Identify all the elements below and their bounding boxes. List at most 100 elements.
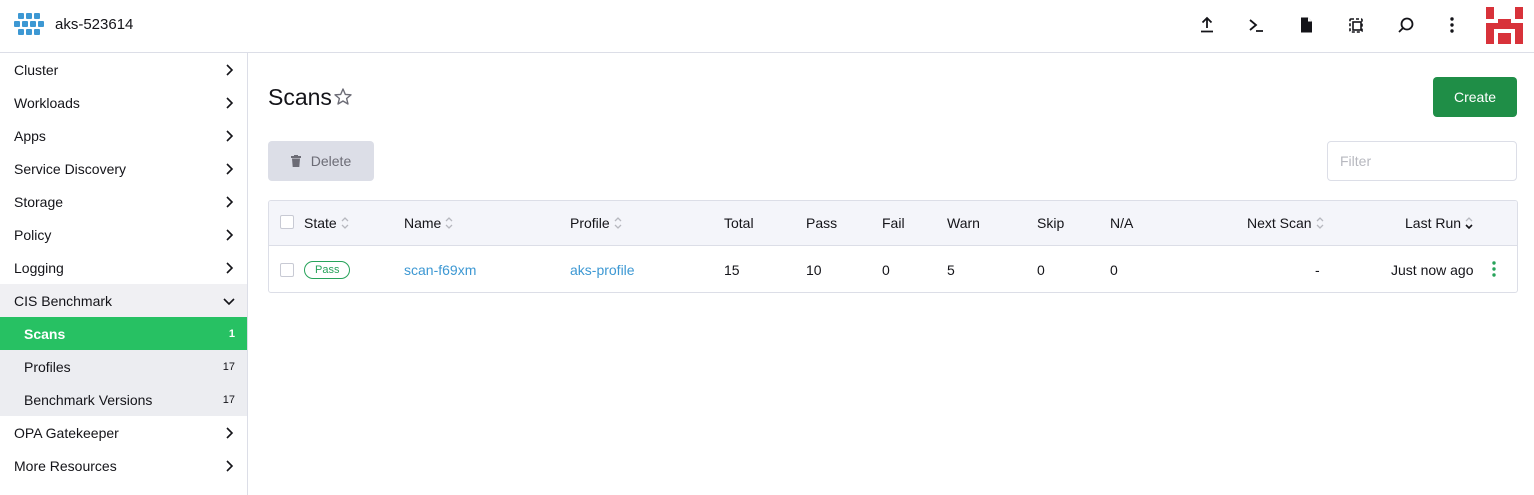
- sidebar-item-profiles[interactable]: Profiles 17: [0, 350, 247, 383]
- column-header-warn: Warn: [947, 215, 980, 231]
- sidebar-item-policy[interactable]: Policy: [0, 218, 247, 251]
- sidebar-item-storage[interactable]: Storage: [0, 185, 247, 218]
- create-button[interactable]: Create: [1433, 77, 1517, 117]
- sidebar-item-label: Benchmark Versions: [24, 391, 153, 408]
- chevron-right-icon: [226, 130, 234, 142]
- trash-icon: [290, 155, 301, 167]
- delete-button[interactable]: Delete: [268, 141, 374, 181]
- cluster-logo-icon[interactable]: [12, 11, 46, 39]
- sort-icon: [614, 217, 622, 229]
- sidebar-item-cluster[interactable]: Cluster: [0, 53, 247, 86]
- column-header-label: Pass: [806, 215, 838, 231]
- sidebar-item-label: Apps: [14, 127, 46, 144]
- file-icon[interactable]: [1291, 10, 1321, 40]
- status-badge: Pass: [304, 261, 351, 279]
- column-header-label: Warn: [947, 215, 980, 231]
- column-header-state[interactable]: State: [304, 215, 350, 231]
- top-header: aks-523614: [0, 0, 1534, 53]
- column-header-total: Total: [724, 215, 754, 231]
- upload-icon[interactable]: [1192, 10, 1222, 40]
- table-header: State Name Profile Total Pass Fail Warn …: [269, 201, 1517, 246]
- sidebar-item-apps[interactable]: Apps: [0, 119, 247, 152]
- chevron-right-icon: [226, 427, 234, 439]
- sidebar-item-label: Service Discovery: [14, 160, 127, 177]
- avatar[interactable]: [1486, 7, 1523, 44]
- column-header-na: N/A: [1110, 215, 1133, 231]
- sidebar-item-logging[interactable]: Logging: [0, 251, 247, 284]
- chevron-right-icon: [226, 97, 234, 109]
- pass-cell: 10: [806, 262, 822, 278]
- column-header-label: Profile: [570, 215, 610, 231]
- warn-cell: 5: [947, 262, 955, 278]
- sidebar-item-workloads[interactable]: Workloads: [0, 86, 247, 119]
- sidebar-item-label: Scans: [24, 325, 66, 342]
- sidebar-item-benchmark-versions[interactable]: Benchmark Versions 17: [0, 383, 247, 416]
- more-vertical-icon[interactable]: [1437, 10, 1467, 40]
- chevron-right-icon: [226, 229, 234, 241]
- sidebar-item-opa-gatekeeper[interactable]: OPA Gatekeeper: [0, 416, 247, 449]
- search-icon[interactable]: [1391, 10, 1421, 40]
- scans-table: State Name Profile Total Pass Fail Warn …: [268, 200, 1518, 293]
- sidebar: Cluster Workloads Apps Service Discovery…: [0, 53, 248, 495]
- scan-name-link[interactable]: scan-f69xm: [404, 262, 476, 278]
- copy-config-icon[interactable]: [1341, 10, 1371, 40]
- next-scan-cell: -: [1315, 262, 1320, 278]
- table-row: Pass scan-f69xm aks-profile 15 10 0 5 0 …: [269, 246, 1517, 292]
- sidebar-item-service-discovery[interactable]: Service Discovery: [0, 152, 247, 185]
- column-header-label: Name: [404, 215, 442, 231]
- column-header-label: N/A: [1110, 215, 1134, 231]
- profile-link[interactable]: aks-profile: [570, 262, 635, 278]
- sort-desc-icon: [1465, 217, 1473, 230]
- sidebar-item-more-resources[interactable]: More Resources: [0, 449, 247, 482]
- sidebar-item-label: CIS Benchmark: [14, 292, 113, 309]
- sidebar-item-count: 17: [222, 393, 235, 406]
- column-header-skip: Skip: [1037, 215, 1064, 231]
- column-header-label: Total: [724, 215, 754, 231]
- column-header-label: Last Run: [1405, 215, 1462, 231]
- column-header-profile[interactable]: Profile: [570, 215, 623, 231]
- chevron-down-icon: [223, 298, 235, 306]
- na-cell: 0: [1110, 262, 1118, 278]
- sidebar-item-label: Profiles: [24, 358, 71, 375]
- fail-cell: 0: [882, 262, 890, 278]
- sort-icon: [1316, 217, 1324, 229]
- terminal-icon[interactable]: [1241, 10, 1271, 40]
- column-header-next-scan[interactable]: Next Scan: [1247, 215, 1325, 231]
- total-cell: 15: [724, 262, 740, 278]
- sidebar-item-label: OPA Gatekeeper: [14, 424, 119, 441]
- last-run-cell: Just now ago: [1391, 262, 1474, 278]
- sidebar-item-label: Logging: [14, 259, 64, 276]
- sort-icon: [445, 217, 453, 229]
- column-header-label: Skip: [1037, 215, 1065, 231]
- sidebar-item-label: More Resources: [14, 457, 117, 474]
- sidebar-item-label: Workloads: [14, 94, 80, 111]
- column-header-label: Next Scan: [1247, 215, 1312, 231]
- sidebar-item-cis-benchmark[interactable]: CIS Benchmark: [0, 284, 247, 317]
- chevron-right-icon: [226, 196, 234, 208]
- skip-cell: 0: [1037, 262, 1045, 278]
- row-checkbox[interactable]: [280, 263, 294, 277]
- star-icon[interactable]: [333, 87, 353, 107]
- sidebar-item-label: Cluster: [14, 61, 59, 78]
- column-header-fail: Fail: [882, 215, 905, 231]
- chevron-right-icon: [226, 64, 234, 76]
- sidebar-item-label: Policy: [14, 226, 52, 243]
- column-header-label: State: [304, 215, 337, 231]
- column-header-name[interactable]: Name: [404, 215, 454, 231]
- sidebar-item-count: 17: [222, 360, 235, 373]
- cluster-name[interactable]: aks-523614: [55, 16, 133, 33]
- filter-input[interactable]: [1327, 141, 1517, 181]
- sidebar-item-label: Storage: [14, 193, 64, 210]
- column-header-pass: Pass: [806, 215, 837, 231]
- page-title: Scans: [268, 84, 332, 110]
- chevron-right-icon: [226, 262, 234, 274]
- delete-button-label: Delete: [310, 153, 352, 169]
- sidebar-item-count: 1: [228, 327, 235, 340]
- chevron-right-icon: [226, 460, 234, 472]
- sidebar-item-scans[interactable]: Scans 1: [0, 317, 247, 350]
- column-header-last-run[interactable]: Last Run: [1405, 215, 1474, 231]
- row-actions-icon[interactable]: [1487, 259, 1501, 279]
- sort-icon: [341, 217, 349, 229]
- select-all-checkbox[interactable]: [280, 215, 294, 229]
- chevron-right-icon: [226, 163, 234, 175]
